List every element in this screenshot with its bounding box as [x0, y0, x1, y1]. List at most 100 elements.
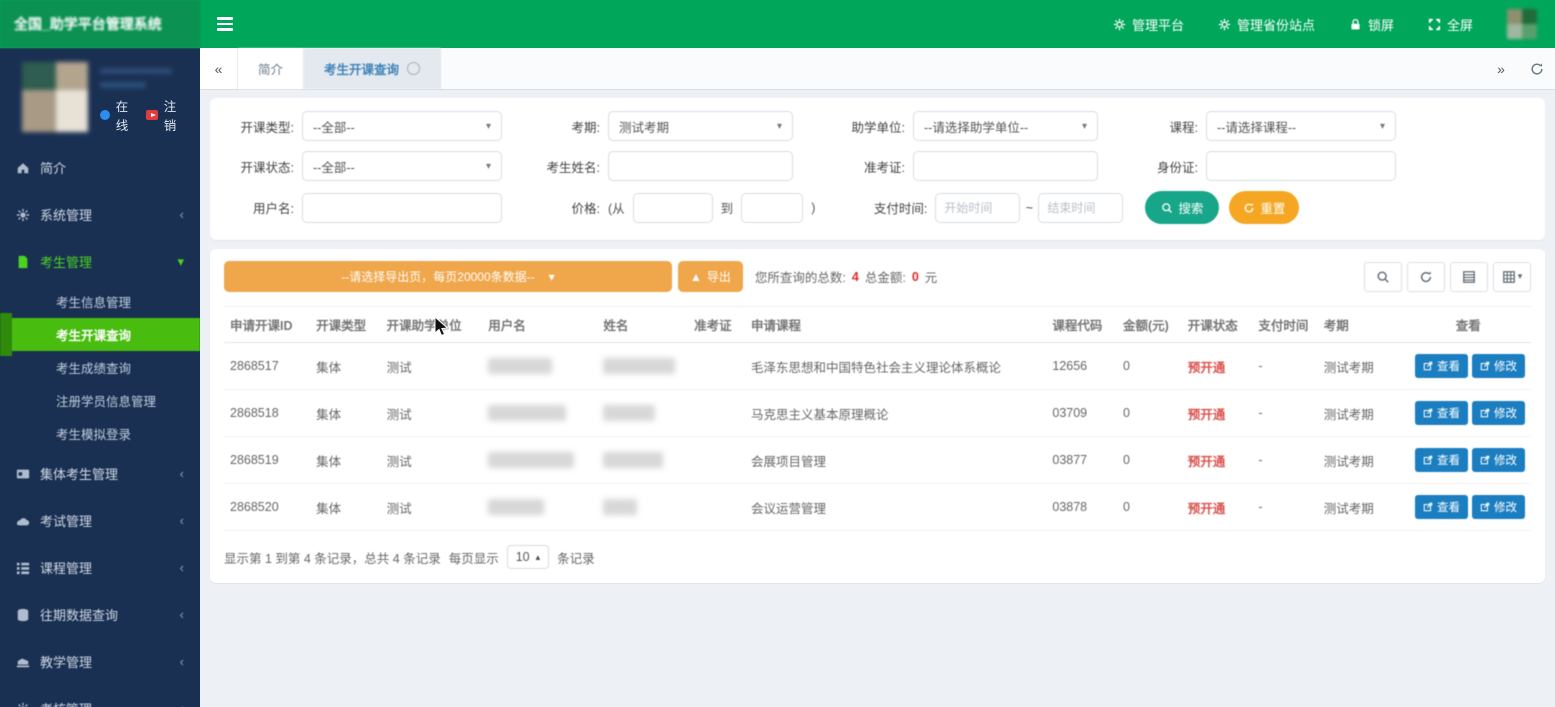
- nav-manage-province-site[interactable]: 管理省份站点: [1218, 15, 1315, 34]
- sidebar-item-course-open-query[interactable]: 考生开课查询: [0, 313, 200, 356]
- caret-up-icon: ▴: [535, 551, 541, 562]
- open-type-select[interactable]: --全部-- ▾: [302, 111, 502, 141]
- open-status-select[interactable]: --全部-- ▾: [302, 151, 502, 181]
- nav-manage-platform[interactable]: 管理平台: [1113, 15, 1184, 34]
- view-button[interactable]: 查看: [1415, 495, 1468, 519]
- col-amount[interactable]: 金额(元): [1116, 306, 1182, 343]
- col-pay-time[interactable]: 支付时间: [1252, 306, 1318, 343]
- tabs-scroll-left-button[interactable]: «: [200, 48, 238, 89]
- table-refresh-button[interactable]: [1407, 261, 1445, 292]
- status-badge: 预开通: [1181, 483, 1253, 531]
- username-input[interactable]: [302, 192, 502, 223]
- col-admission-ticket[interactable]: 准考证: [688, 306, 745, 343]
- sidebar-user-avatar: [22, 62, 88, 132]
- pay-time-end-input[interactable]: [1038, 192, 1124, 223]
- sidebar-item-exam-mgmt[interactable]: 考试管理 ‹: [0, 497, 200, 544]
- modify-button[interactable]: 修改: [1472, 448, 1525, 472]
- pay-time-label: 支付时间:: [873, 202, 928, 216]
- sidebar-item-teaching-mgmt[interactable]: 教学管理 ‹: [0, 638, 200, 685]
- sidebar-item-registered-student-info[interactable]: 注册学员信息管理: [0, 384, 200, 417]
- caret-down-icon: ▾: [1517, 271, 1523, 281]
- view-button[interactable]: 查看: [1415, 401, 1468, 425]
- idcard-icon: [16, 469, 30, 478]
- candidate-name-input[interactable]: [608, 151, 793, 181]
- sidebar-item-course-mgmt[interactable]: 课程管理 ‹: [0, 544, 200, 591]
- tab-course-open-query[interactable]: 考生开课查询: [304, 48, 442, 89]
- sidebar-item-group-candidate-mgmt[interactable]: 集体考生管理 ‹: [0, 450, 200, 497]
- tab-close-icon[interactable]: [407, 62, 421, 75]
- refresh-icon: [1420, 270, 1432, 282]
- total-count: 4: [851, 269, 859, 284]
- redacted-name: [603, 405, 656, 421]
- user-avatar[interactable]: [1507, 9, 1537, 39]
- price-from-input[interactable]: [632, 192, 713, 223]
- chevron-left-icon: ‹: [179, 207, 184, 222]
- admission-ticket-input[interactable]: [913, 151, 1098, 181]
- sidebar-item-score-query[interactable]: 考生成绩查询: [0, 351, 200, 384]
- export-page-select[interactable]: --请选择导出页，每页20000条数据-- ▾: [224, 261, 672, 292]
- redacted-name: [603, 452, 664, 468]
- status-badge: 预开通: [1181, 389, 1253, 437]
- price-to-input[interactable]: [741, 192, 804, 223]
- aid-unit-select[interactable]: --请选择助学单位-- ▾: [913, 111, 1098, 141]
- col-period[interactable]: 考期: [1317, 306, 1406, 343]
- export-button[interactable]: ▲ 导出: [678, 261, 743, 292]
- pay-time-start-input[interactable]: [935, 192, 1021, 223]
- sidebar-item-simulated-login[interactable]: 考生模拟登录: [0, 417, 200, 450]
- search-icon: [1162, 202, 1173, 213]
- reset-button[interactable]: 重置: [1229, 191, 1300, 224]
- tab-refresh-button[interactable]: [1519, 48, 1555, 89]
- edit-icon: [1480, 361, 1490, 371]
- sidebar-item-assessment-mgmt[interactable]: 考核管理 ‹: [0, 685, 200, 707]
- col-status[interactable]: 开课状态: [1181, 306, 1253, 343]
- col-name[interactable]: 姓名: [597, 306, 689, 343]
- nav-lock-screen-label: 锁屏: [1367, 17, 1394, 33]
- redacted-name: [603, 499, 638, 515]
- edit-icon: [1423, 408, 1433, 418]
- sidebar-toggle-button[interactable]: [200, 0, 250, 48]
- col-aid-unit[interactable]: 开课助学单位: [380, 306, 483, 343]
- col-apply-id[interactable]: 申请开课ID: [224, 306, 311, 343]
- col-view: 查看: [1405, 306, 1531, 343]
- search-button[interactable]: 搜索: [1145, 191, 1220, 224]
- tabs-scroll-right-button[interactable]: »: [1483, 48, 1519, 89]
- course-select[interactable]: --请选择课程-- ▾: [1206, 111, 1396, 141]
- nav-lock-screen[interactable]: 锁屏: [1349, 15, 1394, 34]
- col-open-type[interactable]: 开课类型: [310, 306, 381, 343]
- sidebar-item-past-data-query[interactable]: 往期数据查询 ‹: [0, 591, 200, 638]
- sidebar-item-candidate-mgmt[interactable]: 考生管理 ▾: [0, 238, 200, 285]
- modify-button[interactable]: 修改: [1472, 495, 1525, 519]
- modify-button[interactable]: 修改: [1472, 401, 1525, 425]
- id-card-input[interactable]: [1206, 151, 1396, 181]
- results-panel: --请选择导出页，每页20000条数据-- ▾ ▲ 导出 您所查询的总数: 4 …: [210, 249, 1545, 583]
- lock-icon: [1351, 18, 1360, 29]
- view-button[interactable]: 查看: [1415, 448, 1468, 472]
- per-page-suffix: 条记录: [557, 551, 595, 566]
- chevron-left-icon: ‹: [179, 654, 184, 669]
- price-to-label: 到: [720, 202, 734, 216]
- col-course-code[interactable]: 课程代码: [1046, 306, 1117, 343]
- logout-link[interactable]: 注销: [164, 96, 188, 134]
- nav-fullscreen[interactable]: 全屏: [1428, 15, 1473, 34]
- col-username[interactable]: 用户名: [482, 306, 598, 343]
- top-navbar: 全国_助学平台管理系统 管理平台 管理省份站点 锁屏 全屏: [0, 0, 1555, 48]
- exam-period-select[interactable]: 测试考期 ▾: [608, 111, 793, 141]
- col-course[interactable]: 申请课程: [744, 306, 1047, 343]
- candidate-submenu: 考生信息管理 考生开课查询 考生成绩查询 注册学员信息管理 考生模拟登录: [0, 285, 200, 450]
- toggle-view-button[interactable]: [1450, 261, 1488, 292]
- view-button[interactable]: 查看: [1415, 354, 1468, 378]
- modify-button[interactable]: 修改: [1472, 354, 1525, 378]
- sidebar-item-system-mgmt[interactable]: 系统管理 ‹: [0, 191, 200, 238]
- file-icon: [18, 255, 28, 268]
- page-size-select[interactable]: 10 ▴: [506, 545, 550, 569]
- sidebar-item-intro[interactable]: 简介: [0, 144, 200, 191]
- table-search-button[interactable]: [1364, 261, 1402, 292]
- gear-icon: [1218, 18, 1231, 30]
- tab-intro[interactable]: 简介: [238, 48, 305, 89]
- list-view-icon: [1463, 270, 1475, 283]
- table-header-row: 申请开课ID 开课类型 开课助学单位 用户名 姓名 准考证 申请课程 课程代码 …: [224, 306, 1531, 343]
- columns-button[interactable]: ▾: [1493, 261, 1531, 292]
- redacted-username: [488, 405, 567, 421]
- chevron-left-icon: ‹: [180, 701, 184, 707]
- sidebar-item-candidate-info[interactable]: 考生信息管理: [0, 285, 200, 318]
